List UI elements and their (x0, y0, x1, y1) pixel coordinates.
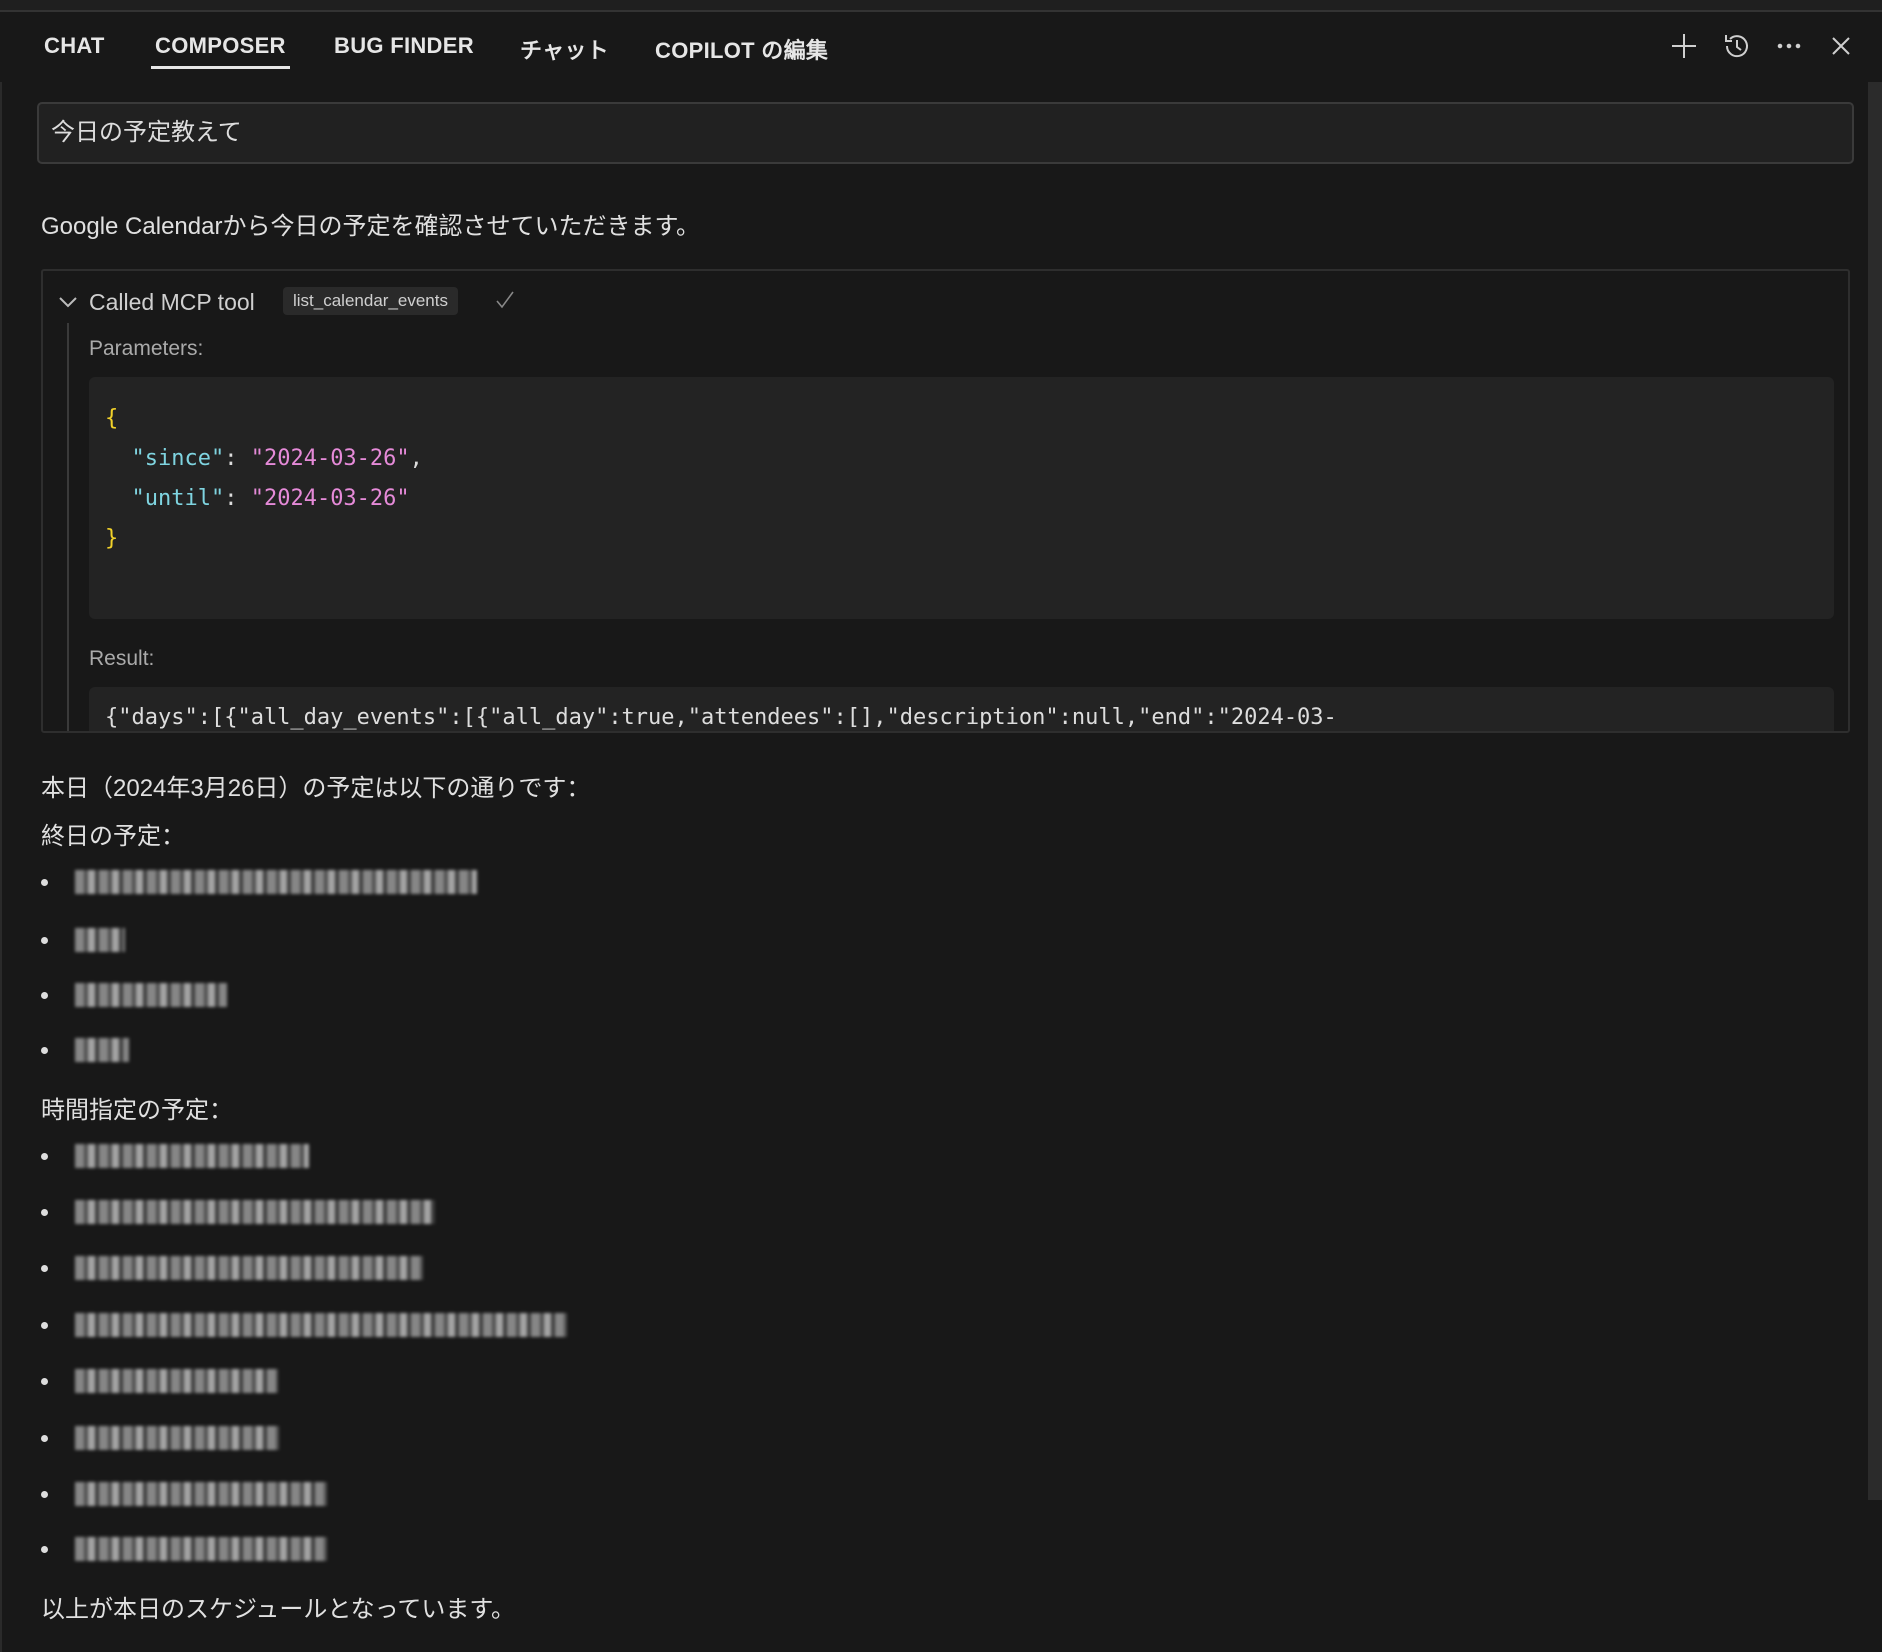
parameters-code: { "since": "2024-03-26", "until": "2024-… (89, 377, 1834, 619)
result-text: {"days":[{"all_day_events":[{"all_day":t… (105, 705, 1337, 730)
scrollbar[interactable] (1868, 82, 1882, 1500)
assistant-intro: Google Calendarから今日の予定を確認させていただきます。 (41, 213, 701, 240)
panel-left-border (0, 82, 2, 1652)
list-item (41, 1035, 129, 1065)
list-item (41, 1310, 567, 1340)
active-tab-indicator (151, 66, 290, 69)
check-icon (494, 289, 516, 316)
list-item (41, 1366, 278, 1396)
chevron-down-icon[interactable] (57, 291, 79, 318)
json-brace: } (105, 526, 119, 551)
redacted-text (75, 1200, 435, 1224)
tab-chat[interactable]: CHAT (44, 33, 105, 59)
list-item (41, 1534, 327, 1564)
list-item (41, 1423, 279, 1453)
redacted-text (75, 1369, 278, 1393)
list-item (41, 925, 125, 955)
answer-heading: 本日（2024年3月26日）の予定は以下の通りです： (41, 775, 591, 802)
json-key: "since" (131, 446, 225, 471)
tool-name-badge: list_calendar_events (283, 287, 458, 315)
tab-bug-finder[interactable]: BUG FINDER (334, 33, 474, 59)
list-item (41, 1479, 327, 1509)
answer-closing: 以上が本日のスケジュールとなっています。 (41, 1596, 515, 1623)
redacted-text (75, 1256, 423, 1280)
timed-label: 時間指定の予定： (41, 1097, 233, 1124)
tool-detail-divider (67, 323, 69, 731)
redacted-text (75, 1537, 327, 1561)
tab-copilot-edit[interactable]: COPILOT の編集 (655, 33, 828, 65)
tab-chat-jp[interactable]: チャット (520, 33, 609, 65)
json-key: "until" (131, 486, 225, 511)
json-brace: { (105, 406, 119, 431)
plus-icon[interactable] (1668, 30, 1700, 62)
redacted-text (75, 983, 227, 1007)
list-item (41, 1253, 423, 1283)
redacted-text (75, 928, 125, 952)
list-item (41, 1197, 435, 1227)
tool-call-label[interactable]: Called MCP tool (89, 289, 255, 316)
history-icon[interactable] (1721, 30, 1753, 62)
json-value: "2024-03-26" (250, 446, 410, 471)
more-icon[interactable] (1773, 30, 1805, 62)
redacted-text (75, 1144, 309, 1168)
window-top-border (0, 0, 1882, 12)
prompt-message[interactable]: 今日の予定教えて (37, 102, 1854, 164)
redacted-text (75, 1038, 129, 1062)
json-value: "2024-03-26" (250, 486, 410, 511)
list-item (41, 980, 227, 1010)
redacted-text (75, 1313, 567, 1337)
result-code: {"days":[{"all_day_events":[{"all_day":t… (89, 687, 1834, 731)
mcp-tool-call-block: Called MCP tool list_calendar_events Par… (41, 269, 1850, 733)
redacted-text (75, 870, 477, 894)
result-label: Result: (89, 647, 155, 670)
close-icon[interactable] (1825, 30, 1857, 62)
list-item (41, 867, 477, 897)
all-day-label: 終日の予定： (41, 823, 185, 850)
redacted-text (75, 1426, 279, 1450)
redacted-text (75, 1482, 327, 1506)
parameters-label: Parameters: (89, 337, 204, 360)
tab-composer[interactable]: COMPOSER (155, 33, 286, 59)
list-item (41, 1141, 309, 1171)
